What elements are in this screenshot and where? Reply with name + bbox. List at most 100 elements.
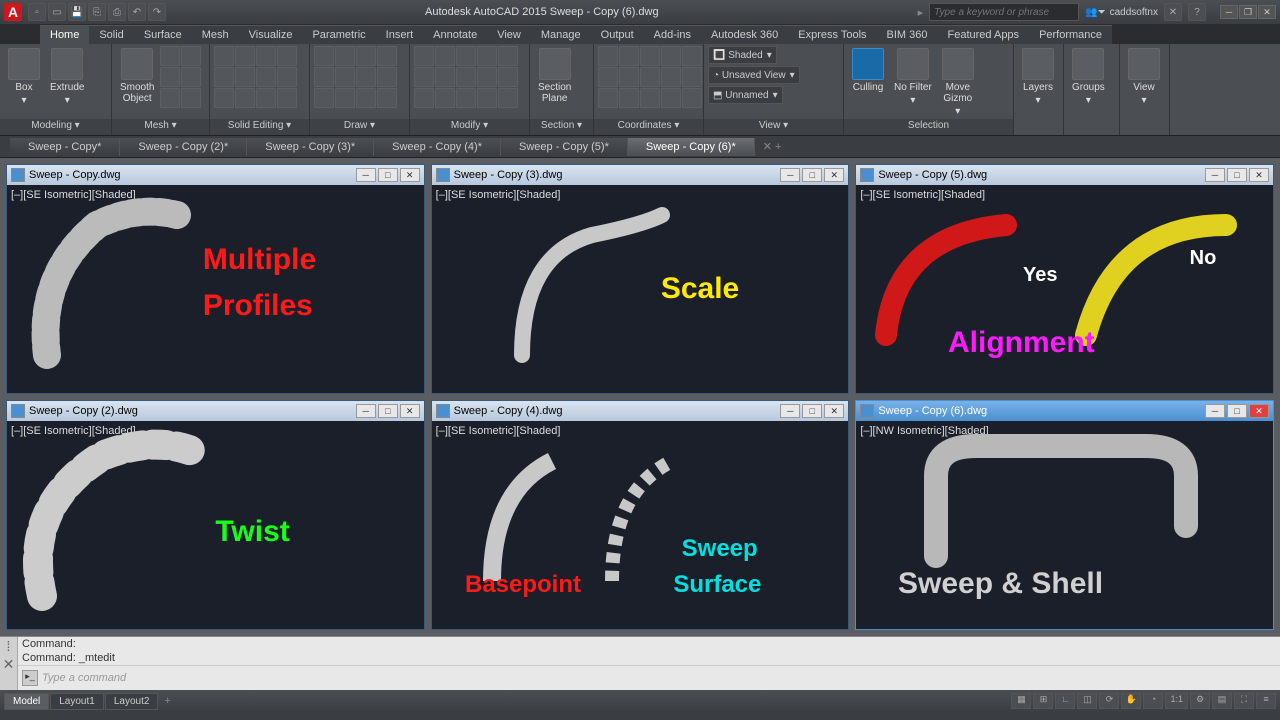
ribbon-tab-output[interactable]: Output [591, 25, 644, 44]
mesh-tool-icon[interactable] [181, 88, 201, 108]
document-tab[interactable]: Sweep - Copy* [10, 138, 120, 156]
modify-tool[interactable] [498, 88, 518, 108]
viewport[interactable]: [–][SE Isometric][Shaded]YesNoAlignment [856, 185, 1273, 393]
minimize-button[interactable]: ─ [1220, 5, 1238, 19]
minimize-button[interactable]: ─ [1205, 168, 1225, 182]
coord-tool[interactable] [598, 46, 618, 66]
app-logo[interactable]: A [4, 3, 22, 21]
close-button[interactable]: ✕ [400, 168, 420, 182]
coord-tool[interactable] [640, 67, 660, 87]
close-button[interactable]: ✕ [400, 404, 420, 418]
ribbon-tab-expresstools[interactable]: Express Tools [788, 25, 876, 44]
visual-style-dropdown[interactable]: 🔳 Shaded▾ [708, 46, 777, 64]
drawing-window[interactable]: Sweep - Copy (5).dwg─□✕[–][SE Isometric]… [855, 164, 1274, 394]
modify-tool[interactable] [477, 88, 497, 108]
ribbon-tab-performance[interactable]: Performance [1029, 25, 1112, 44]
document-tab[interactable]: Sweep - Copy (6)* [628, 138, 755, 156]
window-titlebar[interactable]: Sweep - Copy (2).dwg─□✕ [7, 401, 424, 421]
status-icon[interactable]: ◫ [1077, 693, 1097, 709]
draw-tool[interactable] [335, 88, 355, 108]
draw-tool[interactable] [335, 67, 355, 87]
box-button[interactable]: Box▾ [4, 46, 44, 108]
qat-plot-icon[interactable]: ⎙ [108, 3, 126, 21]
qat-new-icon[interactable]: ▫ [28, 3, 46, 21]
modify-tool[interactable] [498, 67, 518, 87]
maximize-button[interactable]: □ [378, 168, 398, 182]
modify-tool[interactable] [477, 46, 497, 66]
ribbon-tab-solid[interactable]: Solid [89, 25, 133, 44]
status-icon[interactable]: ▦ [1011, 693, 1031, 709]
minimize-button[interactable]: ─ [780, 404, 800, 418]
draw-tool[interactable] [356, 67, 376, 87]
modify-tool[interactable] [477, 67, 497, 87]
minimize-button[interactable]: ─ [780, 168, 800, 182]
close-button[interactable]: ✕ [824, 168, 844, 182]
view-panel-button[interactable]: View▾ [1124, 46, 1164, 108]
document-tab[interactable]: Sweep - Copy (3)* [247, 138, 374, 156]
solidedit-tool[interactable] [235, 88, 255, 108]
modify-tool[interactable] [456, 88, 476, 108]
status-icon[interactable]: ⛶ [1234, 693, 1254, 709]
coord-tool[interactable] [661, 88, 681, 108]
help-icon[interactable]: ? [1188, 3, 1206, 21]
solidedit-tool[interactable] [256, 67, 276, 87]
modify-tool[interactable] [435, 88, 455, 108]
ribbon-tab-manage[interactable]: Manage [531, 25, 591, 44]
qat-undo-icon[interactable]: ↶ [128, 3, 146, 21]
modify-tool[interactable] [435, 46, 455, 66]
viewport[interactable]: [–][SE Isometric][Shaded]BasepointSweepS… [432, 421, 849, 629]
panel-solidediting[interactable]: Solid Editing ▾ [210, 119, 309, 135]
cmd-input[interactable]: ▸_ Type a command [18, 665, 1280, 690]
solidedit-tool[interactable] [235, 46, 255, 66]
mesh-tool-icon[interactable] [160, 67, 180, 87]
search-input[interactable] [929, 3, 1079, 21]
exchange-icon[interactable]: ✕ [1164, 3, 1182, 21]
coord-tool[interactable] [598, 88, 618, 108]
solidedit-tool[interactable] [214, 46, 234, 66]
coord-tool[interactable] [661, 67, 681, 87]
culling-button[interactable]: Culling [848, 46, 888, 95]
ribbon-tab-view[interactable]: View [487, 25, 531, 44]
solidedit-tool[interactable] [277, 67, 297, 87]
smooth-object-button[interactable]: Smooth Object [116, 46, 158, 106]
move-gizmo-button[interactable]: Move Gizmo▾ [938, 46, 978, 119]
ribbon-tab-parametric[interactable]: Parametric [302, 25, 375, 44]
section-plane-button[interactable]: Section Plane [534, 46, 575, 106]
status-icon[interactable]: ∟ [1055, 693, 1075, 709]
draw-tool[interactable] [356, 88, 376, 108]
coord-tool[interactable] [682, 46, 702, 66]
panel-mesh[interactable]: Mesh ▾ [112, 119, 209, 135]
ribbon-tab-visualize[interactable]: Visualize [239, 25, 303, 44]
document-tab[interactable]: Sweep - Copy (4)* [374, 138, 501, 156]
draw-tool[interactable] [377, 46, 397, 66]
layout-tab[interactable]: Layout1 [50, 693, 104, 710]
draw-tool[interactable] [314, 88, 334, 108]
layout-add-icon[interactable]: + [164, 695, 170, 707]
close-button[interactable]: ✕ [1258, 5, 1276, 19]
modify-tool[interactable] [456, 46, 476, 66]
restore-button[interactable]: ❐ [1239, 5, 1257, 19]
coord-tool[interactable] [682, 88, 702, 108]
drawing-window[interactable]: Sweep - Copy (3).dwg─□✕[–][SE Isometric]… [431, 164, 850, 394]
nofilter-button[interactable]: No Filter▾ [890, 46, 936, 108]
document-tab[interactable]: Sweep - Copy (2)* [120, 138, 247, 156]
modify-tool[interactable] [435, 67, 455, 87]
modify-tool[interactable] [414, 67, 434, 87]
coord-tool[interactable] [661, 46, 681, 66]
mesh-tool-icon[interactable] [160, 88, 180, 108]
panel-section[interactable]: Section ▾ [530, 119, 593, 135]
ucs-dropdown[interactable]: ⬒ Unnamed▾ [708, 86, 783, 104]
drawing-window[interactable]: Sweep - Copy (2).dwg─□✕[–][SE Isometric]… [6, 400, 425, 630]
user-menu[interactable]: 👥⏷ caddsoftnx [1085, 7, 1158, 18]
status-icon[interactable]: ⚙ [1190, 693, 1210, 709]
coord-tool[interactable] [598, 67, 618, 87]
status-menu-icon[interactable]: ≡ [1256, 693, 1276, 709]
draw-tool[interactable] [314, 46, 334, 66]
ribbon-tab-home[interactable]: Home [40, 25, 89, 44]
qat-saveas-icon[interactable]: ⎘ [88, 3, 106, 21]
modify-tool[interactable] [414, 88, 434, 108]
minimize-button[interactable]: ─ [356, 404, 376, 418]
solidedit-tool[interactable] [277, 88, 297, 108]
window-titlebar[interactable]: Sweep - Copy (6).dwg─□✕ [856, 401, 1273, 421]
status-icon[interactable]: ▤ [1212, 693, 1232, 709]
